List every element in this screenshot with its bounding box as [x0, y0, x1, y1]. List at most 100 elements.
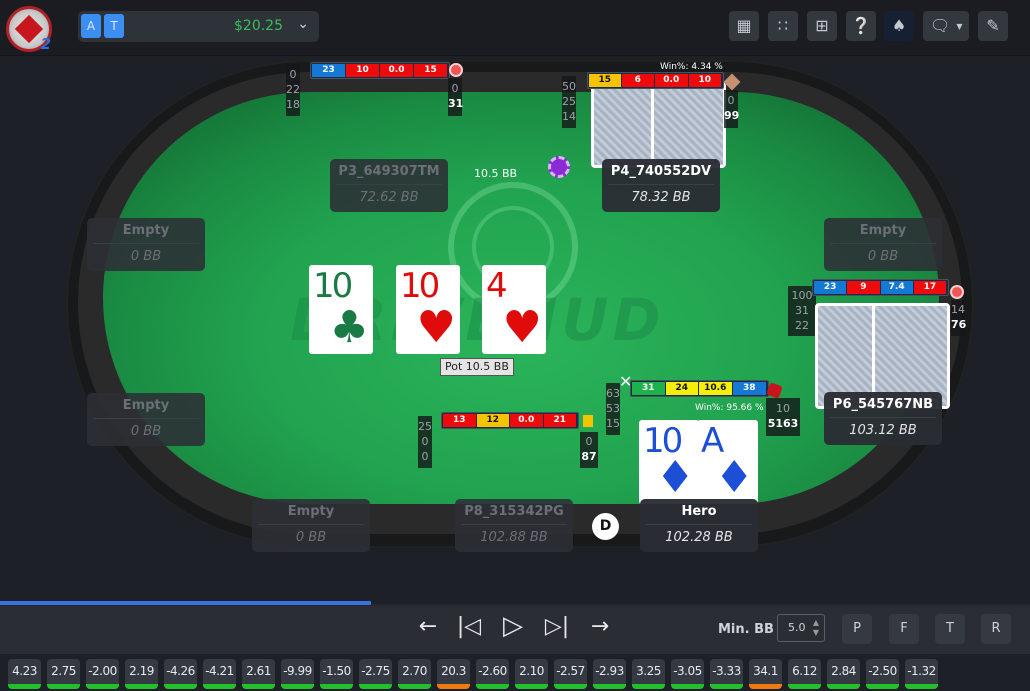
top-bar: 2 A T $20.25 ⌄ ▦ ∷ ⊞ ❔ ♠ 🗨 ▼ ✎: [0, 0, 1030, 56]
ace-button[interactable]: ♠: [884, 11, 914, 41]
hud-p3-stats[interactable]: 23 10 0.0 15: [310, 62, 450, 79]
hand-history-item[interactable]: 4.23: [8, 659, 41, 689]
hand-result-bar: [710, 684, 743, 689]
hand-result-bar: [476, 684, 509, 689]
street-button-river[interactable]: R: [981, 614, 1011, 644]
board-card-2: 10 ♥: [396, 265, 460, 354]
chat-button[interactable]: 🗨 ▼: [923, 11, 969, 41]
hand-history-item[interactable]: 2.19: [125, 659, 158, 689]
hand-result: -2.00: [88, 664, 117, 678]
help-chip-icon: ❔: [851, 16, 871, 35]
skip-forward-icon: ▷|: [544, 614, 570, 639]
min-bb-stepper[interactable]: 5.0 ▲ ▼: [777, 614, 825, 642]
account-avatar-t: T: [104, 14, 124, 38]
seat-p3[interactable]: P3_649307TM 72.62 BB: [330, 159, 448, 212]
hand-history-item[interactable]: 2.70: [398, 659, 431, 689]
skip-forward-button[interactable]: ▷|: [542, 614, 572, 639]
grid-icon: ∷: [777, 16, 789, 35]
hero-card-1: 10 ♦: [639, 420, 699, 504]
prev-action-button[interactable]: ←: [413, 614, 443, 639]
hud-hero-left: 63 53 15: [606, 383, 620, 435]
hud-p4-stats[interactable]: 15 6 0.0 10: [587, 72, 724, 89]
seat-p4[interactable]: P4_740552DV 78.32 BB: [602, 159, 720, 212]
hand-history-item[interactable]: 2.75: [47, 659, 80, 689]
hand-history-item[interactable]: -4.21: [203, 659, 236, 689]
hand-result-bar: [554, 684, 587, 689]
hand-history-item[interactable]: -3.05: [671, 659, 704, 689]
layout-button[interactable]: ⊞: [807, 11, 837, 41]
hand-history-strip: 4.23 2.75 -2.00 2.19 -4.26 -4.21 2.61 -9.99 -1.5…: [0, 654, 1030, 691]
hud-hero-right: 10 5163: [766, 398, 800, 436]
seat-p8[interactable]: P8_315342PG 102.88 BB: [455, 499, 573, 552]
layout-icon: ⊞: [815, 16, 829, 35]
next-action-button[interactable]: →: [585, 614, 615, 639]
stat-chip-icon: [449, 63, 463, 77]
hand-history-item[interactable]: -2.60: [476, 659, 509, 689]
hud-p8-stats[interactable]: 13 12 0.0 21: [441, 412, 579, 429]
hand-result: 20.3: [441, 664, 466, 678]
hand-history-item[interactable]: -1.32: [905, 659, 938, 689]
hand-history-item[interactable]: 2.84: [827, 659, 860, 689]
seat-p6[interactable]: P6_545767NB 103.12 BB: [824, 392, 942, 445]
hand-history-item[interactable]: -3.33: [710, 659, 743, 689]
ace-spade-icon: ♠: [891, 16, 907, 35]
hand-result-bar: [281, 684, 314, 689]
seat-empty-2[interactable]: Empty 0 BB: [824, 218, 942, 271]
hand-history-item[interactable]: 34.1: [749, 659, 782, 689]
skip-back-icon: |◁: [456, 614, 482, 639]
calculator-button[interactable]: ▦: [729, 11, 759, 41]
hand-result-bar: [203, 684, 236, 689]
hand-history-item[interactable]: 2.10: [515, 659, 548, 689]
account-avatar-a: A: [81, 14, 101, 38]
hand-history-item[interactable]: -2.00: [86, 659, 119, 689]
hand-result-bar: [8, 684, 41, 689]
hand-history-item[interactable]: -9.99: [281, 659, 314, 689]
p4-win-percent: Win%: 4.34 %: [660, 62, 723, 72]
hand-history-item[interactable]: -2.57: [554, 659, 587, 689]
account-balance: $20.25: [234, 18, 283, 34]
hand-result-bar: [320, 684, 353, 689]
hand-result-bar: [437, 684, 470, 689]
street-button-turn[interactable]: T: [935, 614, 965, 644]
seat-empty-4[interactable]: Empty 0 BB: [252, 499, 370, 552]
hand-history-item[interactable]: 6.12: [788, 659, 821, 689]
edit-icon: ✎: [986, 16, 1000, 35]
play-button[interactable]: ▷: [498, 611, 528, 641]
hand-history-item[interactable]: -2.75: [359, 659, 392, 689]
arrow-right-icon: →: [590, 614, 610, 639]
street-button-flop[interactable]: F: [889, 614, 919, 644]
seat-empty-1[interactable]: Empty 0 BB: [87, 218, 205, 271]
hand-result-bar: [632, 684, 665, 689]
hud-p6-stats[interactable]: 23 9 7.4 17: [812, 279, 949, 296]
hero-win-percent: Win%: 95.66 %: [695, 403, 764, 413]
hand-history-item[interactable]: 3.25: [632, 659, 665, 689]
hand-history-item[interactable]: 20.3: [437, 659, 470, 689]
hand-history-item[interactable]: -1.50: [320, 659, 353, 689]
hand-history-item[interactable]: -2.50: [866, 659, 899, 689]
hand-history-item[interactable]: -2.93: [593, 659, 626, 689]
hero-card-2: A ♦: [697, 420, 758, 504]
chip-icon: [548, 156, 570, 178]
hand-result-bar: [749, 684, 782, 689]
hud-p4-right: 0 99: [724, 90, 739, 128]
skip-back-button[interactable]: |◁: [454, 614, 484, 639]
chat-icon: 🗨: [930, 16, 951, 35]
help-button[interactable]: ❔: [846, 11, 876, 41]
edit-button[interactable]: ✎: [978, 11, 1008, 41]
hand-result: 2.19: [129, 664, 154, 678]
hand-result: -1.32: [907, 664, 936, 678]
hand-history-item[interactable]: -4.26: [164, 659, 197, 689]
street-button-preflop[interactable]: P: [842, 614, 872, 644]
hand-result-bar: [86, 684, 119, 689]
caret-down-icon: ▼: [956, 21, 963, 31]
hud-p6-right: 14 76: [951, 300, 966, 336]
hand-history-item[interactable]: 2.61: [242, 659, 275, 689]
account-selector[interactable]: A T $20.25 ⌄: [78, 11, 319, 42]
grid-button[interactable]: ∷: [768, 11, 798, 41]
seat-empty-3[interactable]: Empty 0 BB: [87, 393, 205, 446]
hand-result-bar: [47, 684, 80, 689]
stepper-arrows-icon[interactable]: ▲ ▼: [813, 618, 819, 638]
seat-hero[interactable]: Hero 102.28 BB: [640, 499, 758, 552]
hand-result-bar: [905, 684, 938, 689]
hud-hero-stats[interactable]: 31 24 10.6 38: [630, 380, 769, 397]
